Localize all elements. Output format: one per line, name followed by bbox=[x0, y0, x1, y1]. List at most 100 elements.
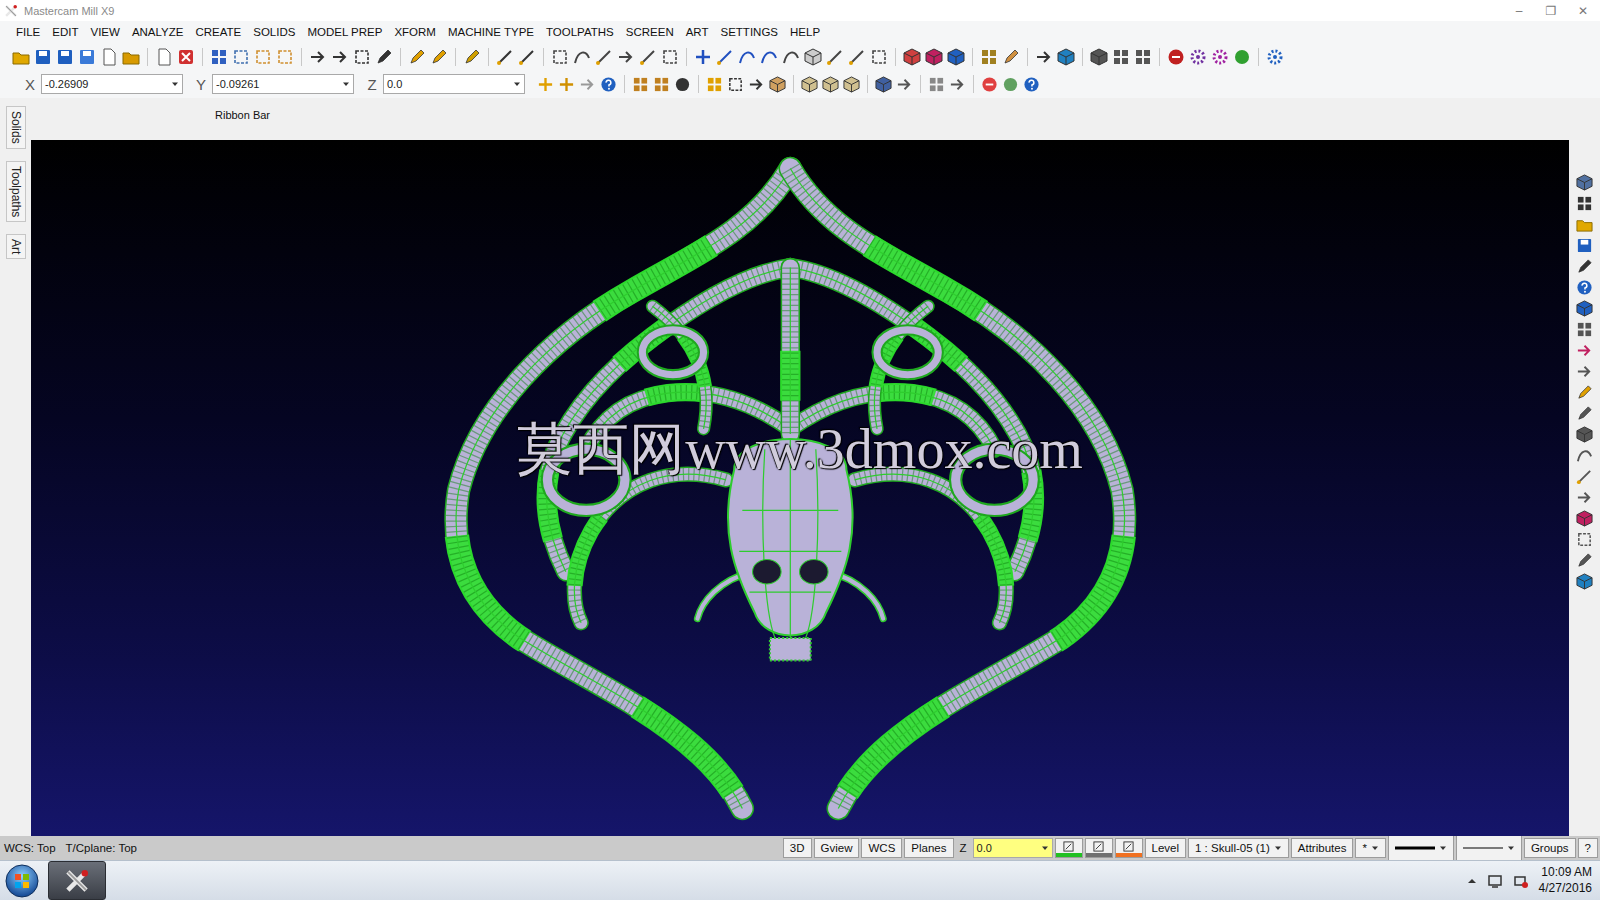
side-tab[interactable]: Solids bbox=[6, 106, 26, 149]
color-swatch[interactable] bbox=[1085, 838, 1113, 858]
coordinate-field[interactable]: -0.09261 bbox=[212, 74, 354, 94]
grid-icon[interactable] bbox=[1576, 195, 1593, 212]
help-icon[interactable] bbox=[1023, 76, 1040, 93]
cube-icon[interactable] bbox=[903, 48, 921, 66]
box-icon[interactable] bbox=[661, 48, 679, 66]
cube-icon[interactable] bbox=[1576, 573, 1593, 590]
status-button[interactable]: WCS bbox=[861, 838, 902, 858]
help-icon[interactable] bbox=[600, 76, 617, 93]
doc-icon[interactable] bbox=[155, 48, 173, 66]
cube-icon[interactable] bbox=[769, 76, 786, 93]
menu-item[interactable]: CREATE bbox=[189, 26, 247, 38]
help-button[interactable]: ? bbox=[1578, 838, 1598, 858]
pencil-icon[interactable] bbox=[1576, 258, 1593, 275]
cube-icon[interactable] bbox=[1576, 300, 1593, 317]
circle-icon[interactable] bbox=[674, 76, 691, 93]
gear-icon[interactable] bbox=[1266, 48, 1284, 66]
folder-icon[interactable] bbox=[12, 48, 30, 66]
dropdown-arrow-icon[interactable] bbox=[1439, 844, 1447, 852]
action-center-icon[interactable] bbox=[1487, 873, 1503, 889]
menu-item[interactable]: FILE bbox=[10, 26, 46, 38]
arrow-icon[interactable] bbox=[748, 76, 765, 93]
pencil-icon[interactable] bbox=[408, 48, 426, 66]
line-icon[interactable] bbox=[826, 48, 844, 66]
dropdown-arrow-icon[interactable] bbox=[1507, 844, 1515, 852]
curve-icon[interactable] bbox=[760, 48, 778, 66]
menu-item[interactable]: TOOLPATHS bbox=[540, 26, 620, 38]
menu-item[interactable]: VIEW bbox=[85, 26, 126, 38]
menu-item[interactable]: MODEL PREP bbox=[301, 26, 388, 38]
circle-icon[interactable] bbox=[1002, 76, 1019, 93]
cube-icon[interactable] bbox=[1057, 48, 1075, 66]
menu-item[interactable]: XFORM bbox=[388, 26, 442, 38]
box-icon[interactable] bbox=[727, 76, 744, 93]
point-style-dropdown[interactable]: * bbox=[1355, 838, 1385, 858]
dropdown-arrow-icon[interactable] bbox=[1371, 844, 1379, 852]
line-icon[interactable] bbox=[848, 48, 866, 66]
start-orb-icon[interactable] bbox=[4, 863, 40, 899]
stop-icon[interactable] bbox=[981, 76, 998, 93]
cube-icon[interactable] bbox=[1576, 510, 1593, 527]
level-dropdown[interactable]: 1 : Skull-05 (1) bbox=[1188, 838, 1289, 858]
arrow-icon[interactable] bbox=[331, 48, 349, 66]
menu-item[interactable]: ANALYZE bbox=[126, 26, 190, 38]
grid-icon[interactable] bbox=[210, 48, 228, 66]
clock[interactable]: 10:09 AM4/27/2016 bbox=[1539, 865, 1592, 896]
coordinate-field[interactable]: 0.0 bbox=[383, 74, 525, 94]
disk-icon[interactable] bbox=[56, 48, 74, 66]
menu-item[interactable]: SCREEN bbox=[620, 26, 680, 38]
menu-item[interactable]: EDIT bbox=[46, 26, 84, 38]
side-tab[interactable]: Toolpaths bbox=[6, 161, 26, 222]
box-icon[interactable] bbox=[870, 48, 888, 66]
pencil-icon[interactable] bbox=[430, 48, 448, 66]
grid-icon[interactable] bbox=[1576, 321, 1593, 338]
cube-icon[interactable] bbox=[947, 48, 965, 66]
plus-icon[interactable] bbox=[537, 76, 554, 93]
curve-icon[interactable] bbox=[1576, 447, 1593, 464]
stop-icon[interactable] bbox=[1167, 48, 1185, 66]
menu-item[interactable]: SETTINGS bbox=[715, 26, 785, 38]
grid-icon[interactable] bbox=[1134, 48, 1152, 66]
dropdown-arrow-icon[interactable] bbox=[1274, 844, 1282, 852]
gear-icon[interactable] bbox=[1211, 48, 1229, 66]
arrow-icon[interactable] bbox=[896, 76, 913, 93]
grid-icon[interactable] bbox=[980, 48, 998, 66]
grid-icon[interactable] bbox=[1112, 48, 1130, 66]
grid-icon[interactable] bbox=[632, 76, 649, 93]
cube-icon[interactable] bbox=[804, 48, 822, 66]
line-icon[interactable] bbox=[1576, 468, 1593, 485]
disk-icon[interactable] bbox=[1576, 237, 1593, 254]
grid-icon[interactable] bbox=[706, 76, 723, 93]
cube-icon[interactable] bbox=[843, 76, 860, 93]
menu-item[interactable]: HELP bbox=[784, 26, 826, 38]
menu-item[interactable]: SOLIDS bbox=[247, 26, 301, 38]
cube-icon[interactable] bbox=[1576, 174, 1593, 191]
grid-icon[interactable] bbox=[653, 76, 670, 93]
arrow-icon[interactable] bbox=[949, 76, 966, 93]
gear-icon[interactable] bbox=[1189, 48, 1207, 66]
attributes-button[interactable]: Attributes bbox=[1291, 838, 1354, 858]
level-button[interactable]: Level bbox=[1145, 838, 1187, 858]
folder-icon[interactable] bbox=[1576, 216, 1593, 233]
network-icon[interactable] bbox=[1513, 873, 1529, 889]
menu-item[interactable]: MACHINE TYPE bbox=[442, 26, 540, 38]
show-hidden-icon[interactable] bbox=[1467, 876, 1477, 886]
color-swatch[interactable] bbox=[1115, 838, 1143, 858]
arrow-icon[interactable] bbox=[1576, 489, 1593, 506]
status-button[interactable]: 3D bbox=[783, 838, 812, 858]
line-icon[interactable] bbox=[595, 48, 613, 66]
box-icon[interactable] bbox=[1576, 531, 1593, 548]
arrow-icon[interactable] bbox=[1035, 48, 1053, 66]
dropdown-arrow-icon[interactable] bbox=[171, 80, 179, 88]
cube-icon[interactable] bbox=[1576, 426, 1593, 443]
status-button[interactable]: Planes bbox=[904, 838, 953, 858]
disk-icon[interactable] bbox=[78, 48, 96, 66]
pencil-icon[interactable] bbox=[375, 48, 393, 66]
disk-icon[interactable] bbox=[34, 48, 52, 66]
line-icon[interactable] bbox=[639, 48, 657, 66]
close-icon[interactable] bbox=[177, 48, 195, 66]
curve-icon[interactable] bbox=[738, 48, 756, 66]
window-control[interactable]: – bbox=[1506, 4, 1532, 18]
status-button[interactable]: Gview bbox=[814, 838, 860, 858]
box-icon[interactable] bbox=[551, 48, 569, 66]
